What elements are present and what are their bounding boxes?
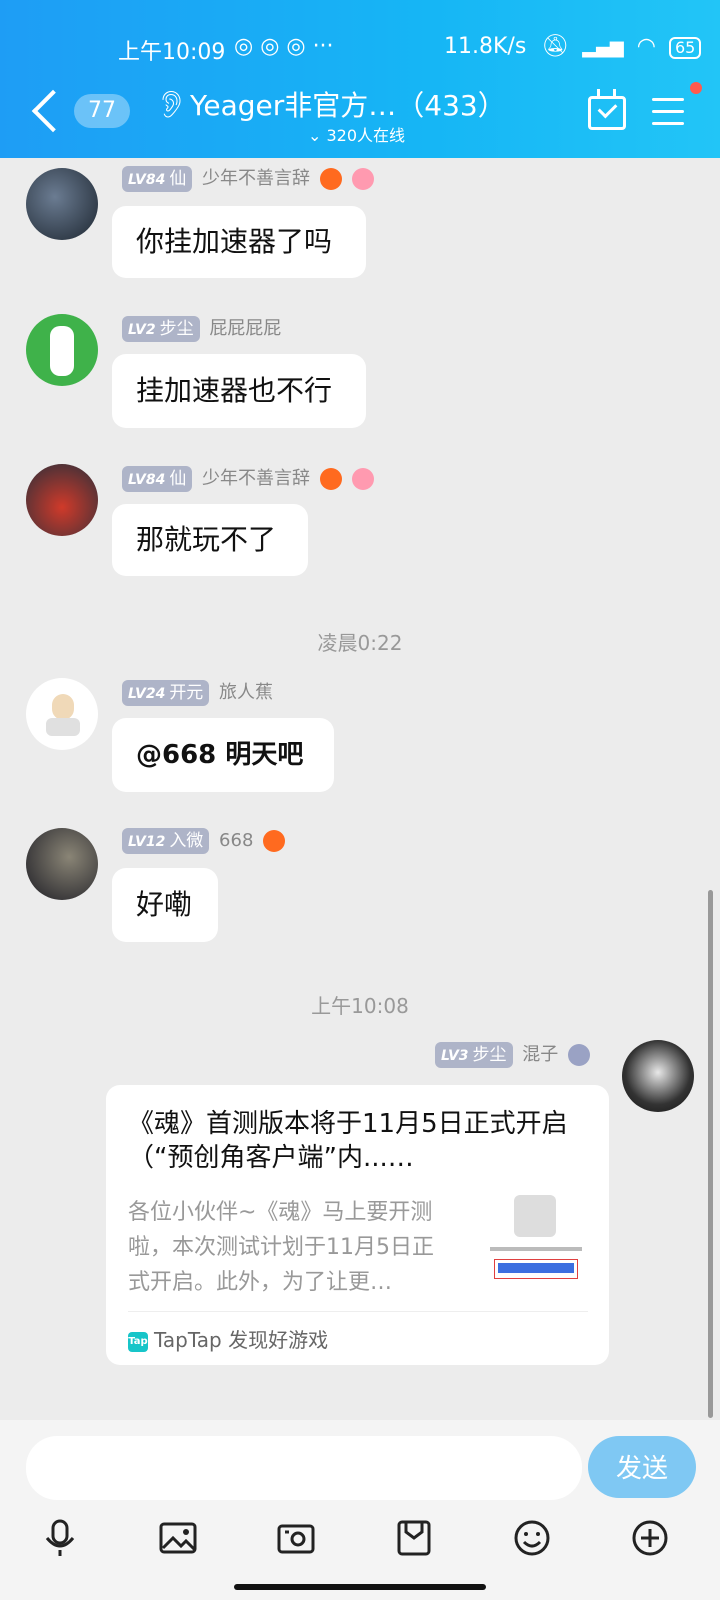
time-separator: 凌晨0:22 xyxy=(317,631,403,655)
level: LV84 xyxy=(128,172,166,188)
online-count-text: 320人在线 xyxy=(326,126,406,145)
sticker-icon[interactable] xyxy=(394,1518,434,1558)
back-icon[interactable] xyxy=(31,89,75,133)
chevron-circle-icon: ⌄ xyxy=(308,126,322,145)
link-card[interactable]: 《魂》首测版本将于11月5日正式开启（“预创角客户端”内...… 各位小伙伴~《… xyxy=(106,1085,609,1365)
link-card-thumbnail xyxy=(486,1195,586,1291)
avatar[interactable] xyxy=(26,828,98,900)
level-badge: LV84 仙 xyxy=(122,166,193,192)
message-bubble[interactable]: 那就玩不了 xyxy=(112,504,308,576)
signal-icon: ▂▄▆ xyxy=(582,37,624,58)
sender-nickname[interactable]: 668 xyxy=(219,830,253,851)
link-card-title: 《魂》首测版本将于11月5日正式开启（“预创角客户端”内...… xyxy=(128,1109,568,1173)
menu-icon[interactable] xyxy=(652,98,684,126)
status-time: 上午10:09 xyxy=(118,40,226,65)
sender-nickname[interactable]: 混子 xyxy=(522,1044,558,1065)
smile-badge-icon xyxy=(351,168,374,190)
unread-count-badge[interactable]: 77 xyxy=(74,94,130,128)
battery-level: 65 xyxy=(674,38,696,57)
group-title[interactable]: Yeager非官方…（433） xyxy=(190,84,506,124)
camera-icon[interactable] xyxy=(276,1518,316,1558)
fire-icon xyxy=(319,168,342,190)
scrollbar[interactable] xyxy=(708,890,713,1418)
rank: 仙 xyxy=(169,469,187,489)
status-bar: 上午10:09 ◎ ◎ ◎ ··· 11.8K/s 🔕︎ ▂▄▆ ◠ 65 xyxy=(0,28,720,68)
rank: 步尘 xyxy=(472,1045,507,1065)
message-bubble[interactable]: 好嘞 xyxy=(112,868,218,942)
mute-icon: 🔕︎ xyxy=(541,34,570,59)
rank: 开元 xyxy=(169,683,204,703)
level: LV2 xyxy=(128,322,156,338)
avatar[interactable] xyxy=(26,314,98,386)
sender-info: LV84 仙 少年不善言辞 xyxy=(122,464,374,492)
sender-nickname[interactable]: 屁屁屁屁 xyxy=(209,318,281,339)
level-badge: LV84 仙 xyxy=(122,466,193,492)
toolbar xyxy=(0,1510,720,1570)
battery-icon: 65 xyxy=(668,37,702,59)
rank: 步尘 xyxy=(159,319,194,339)
taptap-icon: Tap xyxy=(128,1331,148,1352)
online-count: ⌄ 320人在线 xyxy=(308,122,405,146)
message-bubble[interactable]: 挂加速器也不行 xyxy=(112,354,366,428)
image-icon[interactable] xyxy=(158,1518,198,1558)
time-separator: 上午10:08 xyxy=(311,994,409,1018)
sender-info: LV2 步尘 屁屁屁屁 xyxy=(122,314,281,342)
avatar[interactable] xyxy=(26,464,98,536)
fire-icon xyxy=(263,830,286,852)
rank: 仙 xyxy=(169,169,187,189)
my-avatar[interactable] xyxy=(622,1040,694,1112)
link-card-source: TapTap 发现好游戏 xyxy=(154,1328,329,1352)
rank: 入微 xyxy=(169,831,204,851)
level-badge: LV24 开元 xyxy=(122,680,210,706)
network-speed: 11.8K/s 🔕︎ ▂▄▆ ◠ 65 xyxy=(444,34,702,59)
notification-dot xyxy=(690,82,702,94)
calendar-check-icon[interactable] xyxy=(588,89,626,130)
sender-info: LV12 入微 668 xyxy=(122,828,286,856)
emoji-icon[interactable] xyxy=(512,1518,552,1558)
send-button[interactable]: 发送 xyxy=(588,1436,696,1498)
link-card-description: 各位小伙伴~《魂》马上要开测啦，本次测试计划于11月5日正式开启。此外，为了让更… xyxy=(128,1200,434,1295)
mic-icon[interactable] xyxy=(40,1518,80,1558)
level-badge: LV3 步尘 xyxy=(434,1042,513,1068)
level: LV84 xyxy=(128,472,166,488)
level-badge: LV2 步尘 xyxy=(122,316,200,342)
level: LV12 xyxy=(128,834,166,850)
sender-info: LV24 开元 旅人蕉 xyxy=(122,678,273,706)
message-bubble[interactable]: @668 明天吧 xyxy=(112,718,334,792)
fire-icon xyxy=(319,468,342,490)
wifi-icon: ◠ xyxy=(636,34,656,59)
shield-icon xyxy=(568,1044,590,1066)
link-card-footer: Tap TapTap 发现好游戏 xyxy=(128,1311,588,1353)
nav-bar: 77 👂︎ Yeager非官方…（433） ⌄ 320人在线 xyxy=(0,80,720,150)
status-notification-icons: ◎ ◎ ◎ ··· xyxy=(234,34,334,59)
avatar[interactable] xyxy=(26,168,98,240)
chat-header: 上午10:09 ◎ ◎ ◎ ··· 11.8K/s 🔕︎ ▂▄▆ ◠ 65 77… xyxy=(0,0,720,158)
input-bar: 发送 xyxy=(0,1420,720,1600)
plus-icon[interactable] xyxy=(630,1518,670,1558)
level: LV3 xyxy=(440,1048,469,1064)
sender-nickname[interactable]: 少年不善言辞 xyxy=(202,468,310,489)
sender-nickname[interactable]: 少年不善言辞 xyxy=(202,168,310,189)
sender-nickname[interactable]: 旅人蕉 xyxy=(219,682,273,703)
message-input[interactable] xyxy=(26,1436,582,1500)
avatar[interactable] xyxy=(26,678,98,750)
sender-info: LV84 仙 少年不善言辞 xyxy=(122,164,374,192)
level: LV24 xyxy=(128,686,166,702)
home-indicator[interactable] xyxy=(234,1584,486,1590)
network-speed-text: 11.8K/s xyxy=(444,34,527,59)
message-bubble[interactable]: 你挂加速器了吗 xyxy=(112,206,366,278)
smile-badge-icon xyxy=(351,468,374,490)
level-badge: LV12 入微 xyxy=(122,828,210,854)
ear-icon[interactable]: 👂︎ xyxy=(155,90,188,120)
sender-info: LV3 步尘 混子 xyxy=(434,1040,590,1068)
